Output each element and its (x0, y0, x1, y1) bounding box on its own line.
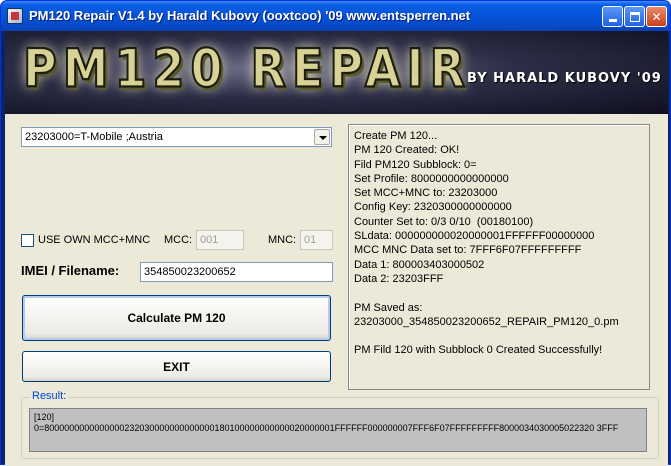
maximize-icon (629, 11, 640, 22)
imei-label: IMEI / Filename: (21, 263, 120, 278)
minimize-button[interactable] (602, 6, 623, 27)
banner-author: BY HARALD KUBOVY '09 (467, 71, 662, 86)
use-own-mcc-mnc-checkbox[interactable] (21, 234, 34, 247)
log-output[interactable]: Create PM 120... PM 120 Created: OK! Fil… (348, 124, 650, 390)
maximize-button[interactable] (624, 6, 645, 27)
banner-title: PM120 REPAIR (22, 36, 471, 100)
calculate-button[interactable]: Calculate PM 120 (22, 295, 331, 341)
title-bar[interactable]: PM120 Repair V1.4 by Harald Kubovy (ooxt… (1, 1, 670, 31)
result-group: Result: [120] 0=800000000000000023203000… (21, 390, 659, 459)
minimize-icon (608, 19, 617, 22)
use-own-mcc-mnc-label[interactable]: USE OWN MCC+MNC (38, 234, 150, 246)
app-icon (7, 8, 23, 24)
banner: PM120 REPAIR BY HARALD KUBOVY '09 (5, 31, 668, 114)
exit-button-label: EXIT (163, 359, 190, 374)
result-legend: Result: (30, 390, 69, 402)
client-area: PM120 REPAIR BY HARALD KUBOVY '09 232030… (5, 31, 668, 466)
network-select-value: 23203000=T-Mobile ;Austria (25, 131, 163, 143)
window-title: PM120 Repair V1.4 by Harald Kubovy (ooxt… (29, 8, 471, 23)
imei-input[interactable]: 354850023200652 (140, 262, 333, 282)
result-output[interactable]: [120] 0=80000000000000002320300000000000… (29, 408, 647, 452)
calculate-button-label: Calculate PM 120 (127, 311, 226, 325)
close-button[interactable]: ✕ (646, 6, 667, 27)
mnc-field[interactable]: 01 (300, 230, 333, 250)
close-icon: ✕ (651, 9, 662, 24)
chevron-down-icon[interactable] (314, 129, 330, 145)
app-window: PM120 Repair V1.4 by Harald Kubovy (ooxt… (0, 0, 671, 466)
network-select[interactable]: 23203000=T-Mobile ;Austria (21, 127, 332, 147)
mcc-field[interactable]: 001 (196, 230, 244, 250)
mnc-label: MNC: (268, 234, 297, 246)
mcc-label: MCC: (164, 234, 193, 246)
exit-button[interactable]: EXIT (22, 351, 331, 382)
